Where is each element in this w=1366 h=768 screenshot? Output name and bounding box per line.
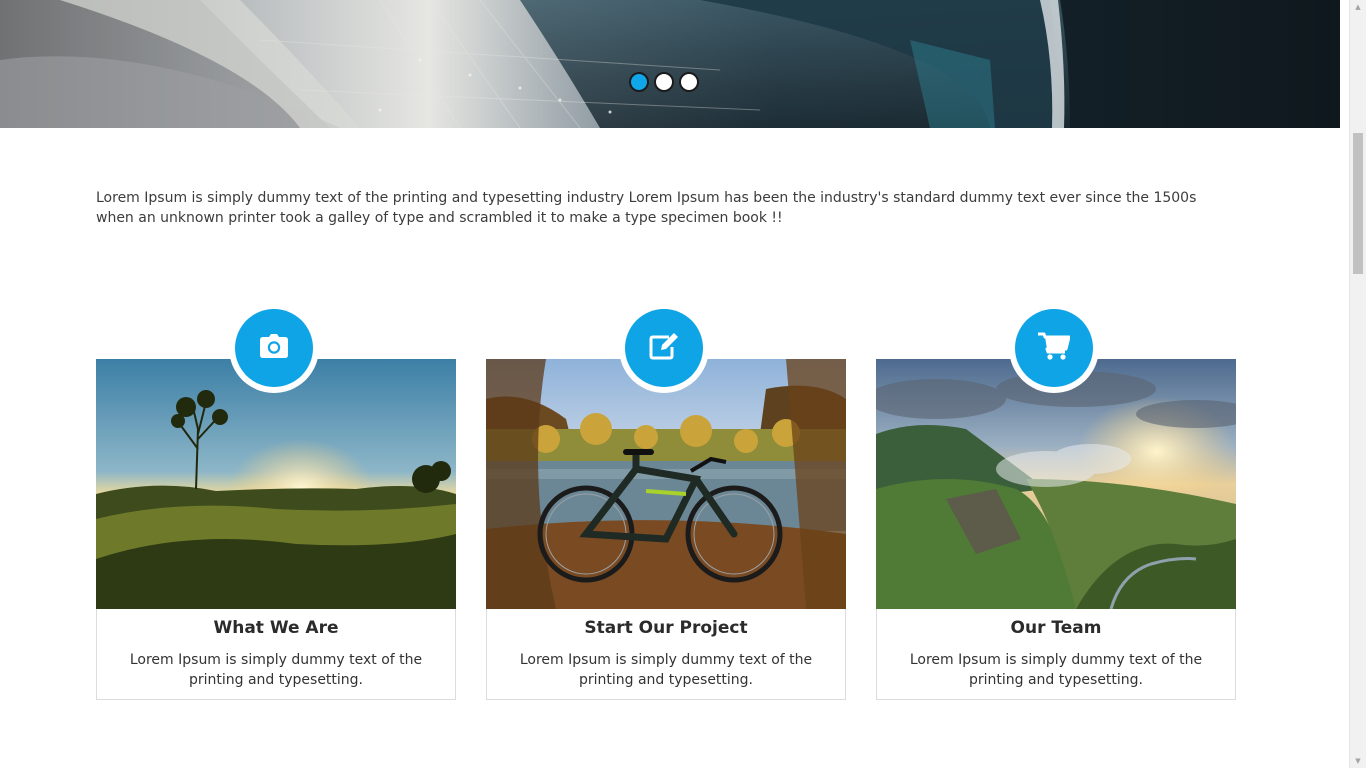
hero-slider [0,0,1340,128]
intro-text: Lorem Ipsum is simply dummy text of the … [96,190,1197,226]
card-start-our-project: Start Our Project Lorem Ipsum is simply … [486,303,846,700]
slider-dot-3[interactable] [679,72,699,92]
card-badge[interactable] [619,303,709,393]
page: Lorem Ipsum is simply dummy text of the … [0,0,1366,768]
card-image [486,359,846,609]
edit-icon [649,332,679,364]
card-text: Lorem Ipsum is simply dummy text of the … [519,652,813,688]
card-image [96,359,456,609]
slider-dot-1[interactable] [629,72,649,92]
card-what-we-are: What We Are Lorem Ipsum is simply dummy … [96,303,456,700]
card-title: Our Team [1010,618,1102,638]
card-image [876,359,1236,609]
camera-icon [260,334,288,362]
card-badge[interactable] [1009,303,1099,393]
shopping-cart-icon [1038,332,1071,364]
hero-image [0,0,1340,128]
scroll-up-arrow-icon[interactable]: ▲ [1350,0,1366,14]
card-badge[interactable] [229,303,319,393]
slider-dots [629,72,699,92]
card-text: Lorem Ipsum is simply dummy text of the … [129,652,423,688]
card-our-team: Our Team Lorem Ipsum is simply dummy tex… [876,303,1236,700]
scroll-thumb[interactable] [1353,133,1363,274]
page-scrollbar[interactable]: ▲ ▼ [1349,0,1366,768]
card-title: Start Our Project [584,618,748,638]
card-text: Lorem Ipsum is simply dummy text of the … [909,652,1203,688]
scroll-down-arrow-icon[interactable]: ▼ [1350,754,1366,768]
slider-dot-2[interactable] [654,72,674,92]
card-title: What We Are [213,618,339,638]
